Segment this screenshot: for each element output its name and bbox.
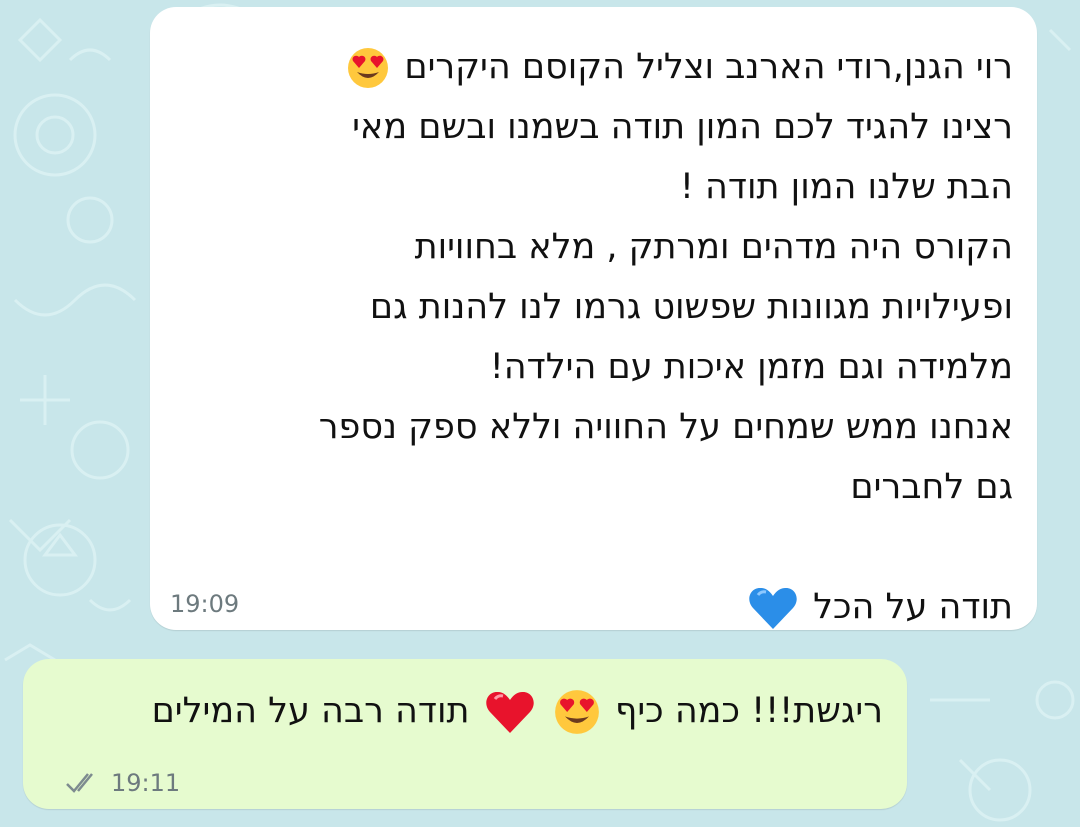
- incoming-message-time: 19:09: [170, 590, 240, 618]
- outgoing-message-text: ריגשת!!! כמה כיף תודה רבה על המילים: [152, 681, 883, 741]
- message-line: רצינו להגיד לכם המון תודה בשמנו ובשם מאי: [352, 107, 1013, 147]
- message-line: הקורס היה מדהים ומרתק , מלא בחוויות: [414, 227, 1013, 267]
- incoming-message-bubble[interactable]: רוי הגנן,רודי הארנב וצליל הקוסם היקרים ר…: [150, 7, 1037, 630]
- blue-heart-emoji-icon: [749, 587, 797, 629]
- heart-eyes-emoji-icon: [348, 48, 389, 88]
- message-line: רוי הגנן,רודי הארנב וצליל הקוסם היקרים: [319, 37, 1013, 97]
- outgoing-message-time: 19:11: [111, 769, 181, 797]
- heart-eyes-emoji-icon: [554, 690, 599, 734]
- outgoing-message-bubble[interactable]: ריגשת!!! כמה כיף תודה רבה על המילים 19:1…: [23, 659, 907, 809]
- message-line-blank: [319, 517, 1013, 577]
- incoming-message-text: רוי הגנן,רודי הארנב וצליל הקוסם היקרים ר…: [319, 37, 1013, 637]
- message-line: תודה על הכל: [319, 577, 1013, 637]
- double-check-read-icon: [66, 773, 93, 793]
- message-line: ופעילויות מגוונות שפשוט גרמו לנו להנות ג…: [369, 287, 1013, 327]
- message-line: אנחנו ממש שמחים על החוויה וללא ספק נספר: [318, 407, 1013, 447]
- message-line: הבת שלנו המון תודה !: [679, 167, 1013, 207]
- message-line: גם לחברים: [850, 467, 1013, 507]
- outgoing-message-meta: 19:11: [65, 769, 180, 797]
- message-line: מלמידה וגם מזמן איכות עם הילדה!: [489, 347, 1013, 387]
- red-heart-emoji-icon: [485, 691, 534, 733]
